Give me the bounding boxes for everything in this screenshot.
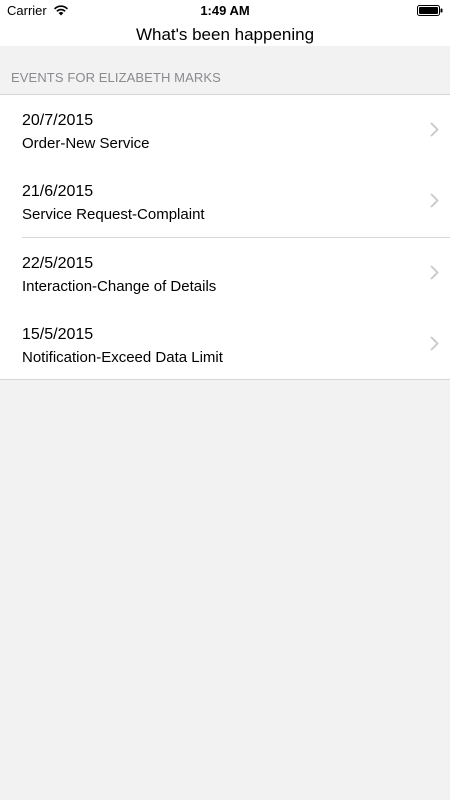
section-header: EVENTS FOR ELIZABETH MARKS: [11, 70, 221, 85]
event-row[interactable]: 22/5/2015 Interaction-Change of Details: [0, 238, 450, 309]
chevron-right-icon: [430, 336, 439, 351]
event-row[interactable]: 21/6/2015 Service Request-Complaint: [0, 166, 450, 237]
event-title: Service Request-Complaint: [22, 206, 205, 223]
battery-icon: [417, 5, 443, 16]
event-date: 20/7/2015: [22, 112, 94, 129]
status-bar: Carrier 1:49 AM: [0, 0, 450, 22]
chevron-right-icon: [430, 193, 439, 208]
chevron-right-icon: [430, 265, 439, 280]
page-title: What's been happening: [135, 25, 315, 44]
event-title: Order-New Service: [22, 135, 150, 152]
events-table: 20/7/2015 Order-New Service 21/6/2015 Se…: [0, 94, 450, 380]
event-date: 15/5/2015: [22, 326, 94, 343]
event-row[interactable]: 15/5/2015 Notification-Exceed Data Limit: [0, 309, 450, 380]
status-time: 1:49 AM: [200, 3, 250, 18]
app-screen: Carrier 1:49 AM What's been happening EV…: [0, 0, 450, 800]
chevron-right-icon: [430, 122, 439, 137]
navigation-bar: What's been happening: [0, 22, 450, 46]
event-date: 22/5/2015: [22, 255, 94, 272]
event-title: Notification-Exceed Data Limit: [22, 349, 223, 366]
event-title: Interaction-Change of Details: [22, 278, 217, 295]
event-date: 21/6/2015: [22, 183, 94, 200]
event-row[interactable]: 20/7/2015 Order-New Service: [0, 95, 450, 166]
